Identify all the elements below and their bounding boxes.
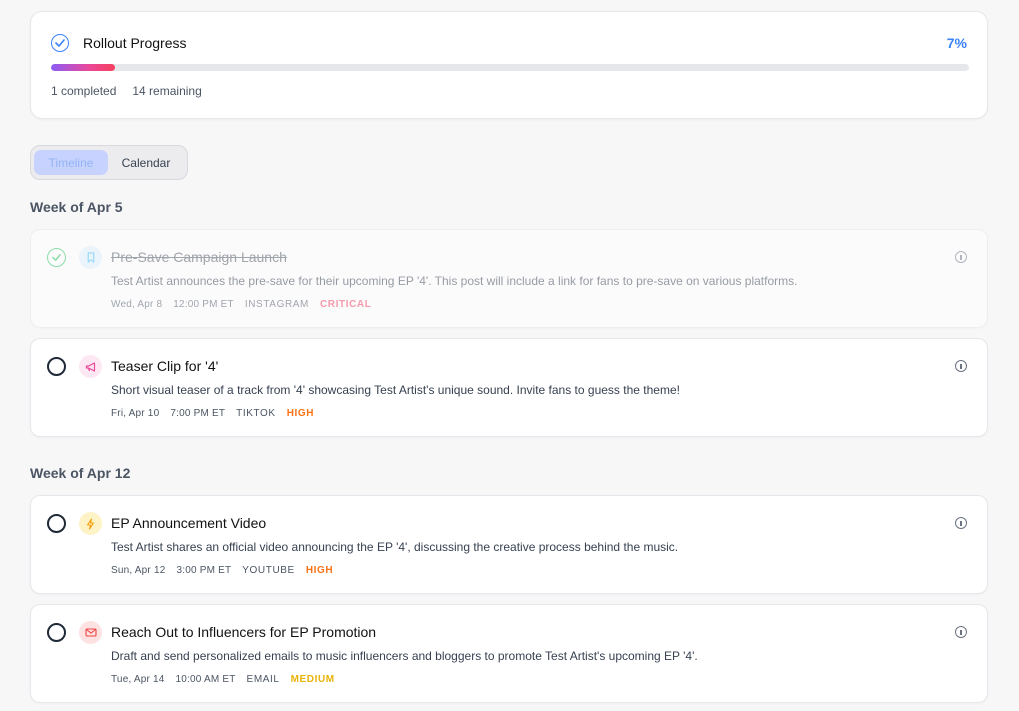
task-date: Fri, Apr 10 xyxy=(111,408,160,419)
view-toggle: Timeline Calendar xyxy=(30,145,188,180)
progress-bar-fill xyxy=(51,64,116,71)
task-priority: HIGH xyxy=(286,408,315,419)
info-icon[interactable] xyxy=(955,360,967,372)
task-platform: TIKTOK xyxy=(236,408,276,419)
task-complete-toggle[interactable] xyxy=(47,514,66,533)
task-card[interactable]: Reach Out to Influencers for EP Promotio… xyxy=(30,604,988,703)
task-complete-toggle[interactable] xyxy=(47,357,66,376)
lightning-icon xyxy=(79,512,102,535)
info-icon[interactable] xyxy=(955,251,967,263)
task-description: Test Artist announces the pre-save for t… xyxy=(111,274,798,288)
progress-header: Rollout Progress 7% xyxy=(51,32,967,54)
rollout-progress-card: Rollout Progress 7% 1 completed 14 remai… xyxy=(30,11,988,119)
task-platform: INSTAGRAM xyxy=(244,299,309,310)
task-priority: CRITICAL xyxy=(319,299,372,310)
task-meta: Wed, Apr 8 12:00 PM ET INSTAGRAM CRITICA… xyxy=(111,299,371,310)
remaining-count: 14 remaining xyxy=(132,84,202,98)
progress-bar xyxy=(51,64,969,71)
task-date: Wed, Apr 8 xyxy=(111,299,163,310)
task-time: 7:00 PM ET xyxy=(170,408,226,419)
info-icon[interactable] xyxy=(955,517,967,529)
task-description: Short visual teaser of a track from '4' … xyxy=(111,383,680,397)
week-heading: Week of Apr 12 xyxy=(30,465,131,481)
week-heading: Week of Apr 5 xyxy=(30,199,123,215)
task-card[interactable]: EP Announcement Video Test Artist shares… xyxy=(30,495,988,594)
task-meta: Fri, Apr 10 7:00 PM ET TIKTOK HIGH xyxy=(111,408,314,419)
task-platform: YOUTUBE xyxy=(242,565,295,576)
progress-title: Rollout Progress xyxy=(83,35,187,51)
bookmark-icon xyxy=(79,246,102,269)
task-complete-toggle[interactable] xyxy=(47,623,66,642)
task-priority: HIGH xyxy=(305,565,334,576)
tab-calendar[interactable]: Calendar xyxy=(108,150,184,175)
task-platform: EMAIL xyxy=(246,674,280,685)
progress-stats: 1 completed 14 remaining xyxy=(51,84,202,98)
task-priority: MEDIUM xyxy=(290,674,335,685)
task-meta: Tue, Apr 14 10:00 AM ET EMAIL MEDIUM xyxy=(111,674,335,685)
task-time: 3:00 PM ET xyxy=(176,565,232,576)
check-circle-icon xyxy=(51,34,69,52)
completed-count: 1 completed xyxy=(51,84,117,98)
megaphone-icon xyxy=(79,355,102,378)
task-description: Test Artist shares an official video ann… xyxy=(111,540,679,554)
task-card[interactable]: Teaser Clip for '4' Short visual teaser … xyxy=(30,338,988,437)
task-date: Sun, Apr 12 xyxy=(111,565,166,576)
task-title: Teaser Clip for '4' xyxy=(111,358,219,374)
tab-timeline[interactable]: Timeline xyxy=(34,150,108,175)
task-title: Reach Out to Influencers for EP Promotio… xyxy=(111,624,377,640)
task-time: 12:00 PM ET xyxy=(173,299,234,310)
task-card[interactable]: Pre-Save Campaign Launch Test Artist ann… xyxy=(30,229,988,328)
info-icon[interactable] xyxy=(955,626,967,638)
task-title: EP Announcement Video xyxy=(111,515,267,531)
envelope-icon xyxy=(79,621,102,644)
task-date: Tue, Apr 14 xyxy=(111,674,165,685)
task-complete-toggle[interactable] xyxy=(47,248,66,267)
task-description: Draft and send personalized emails to mu… xyxy=(111,649,698,663)
task-title: Pre-Save Campaign Launch xyxy=(111,249,287,265)
task-time: 10:00 AM ET xyxy=(175,674,236,685)
task-meta: Sun, Apr 12 3:00 PM ET YOUTUBE HIGH xyxy=(111,565,333,576)
progress-percent: 7% xyxy=(946,35,967,51)
